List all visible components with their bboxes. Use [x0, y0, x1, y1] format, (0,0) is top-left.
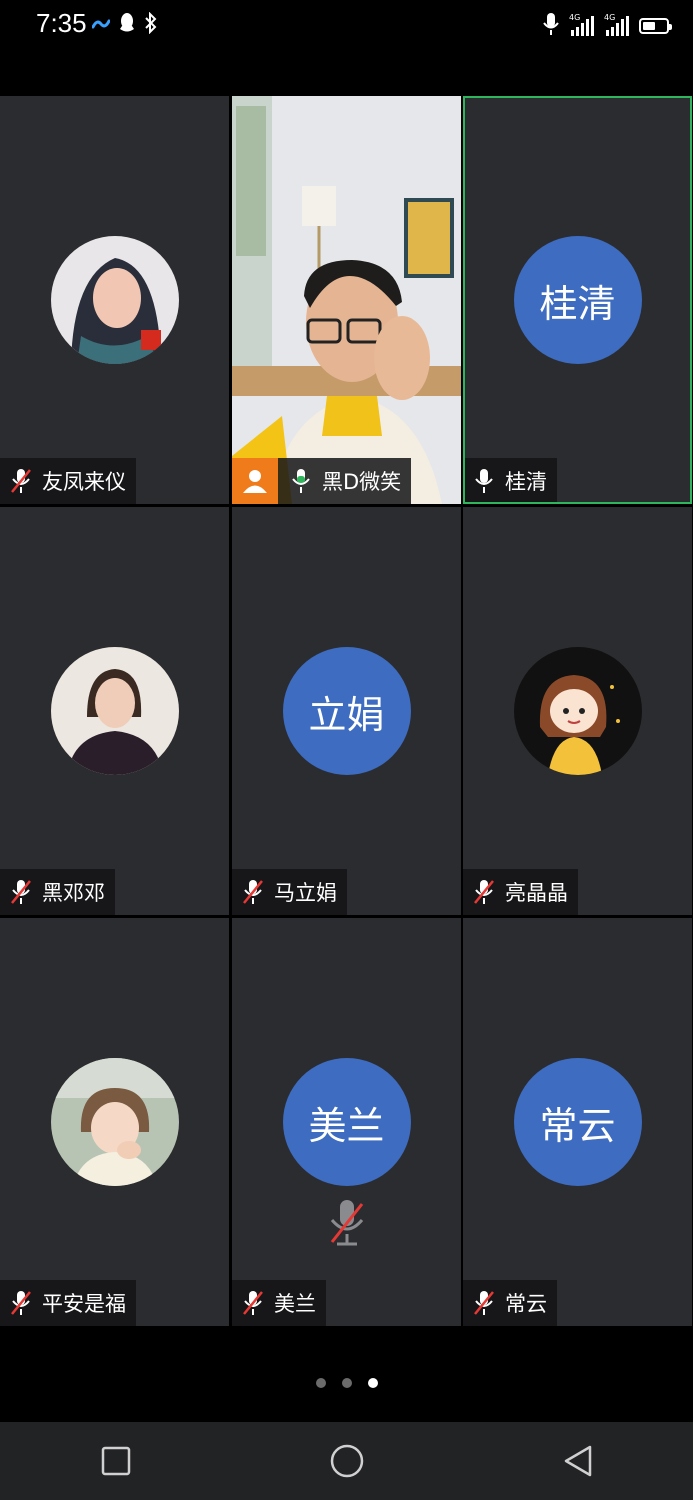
avatar-initials: 常云: [513, 1058, 642, 1186]
status-bar: 7:35 4G 4G: [0, 0, 693, 50]
recent-apps-button[interactable]: [86, 1431, 146, 1491]
participant-name: 美兰: [274, 1292, 316, 1316]
name-tag: 马立娟: [232, 869, 347, 915]
participant-tile[interactable]: 友凤来仪: [0, 96, 229, 504]
avatar: [513, 647, 642, 775]
name-tag: 美兰: [232, 1280, 326, 1326]
mic-muted-icon: [240, 877, 266, 907]
back-triangle-icon: [564, 1445, 591, 1477]
circle-icon: [330, 1444, 363, 1478]
avatar-initials: 桂清: [513, 236, 642, 364]
signal-4g-icon: 4G: [604, 13, 629, 36]
page-dot[interactable]: [315, 1378, 326, 1388]
participant-tile[interactable]: 常云 常云: [463, 918, 692, 1326]
mic-muted-icon: [471, 1288, 497, 1318]
microphone-icon: [543, 12, 559, 40]
participant-tile[interactable]: 黑邓邓: [0, 507, 229, 915]
back-button[interactable]: [548, 1431, 608, 1491]
name-tag: 桂清: [465, 458, 557, 502]
bluetooth-icon: [144, 11, 158, 38]
name-tag: 黑D微笑: [232, 458, 412, 504]
status-left-icons: [91, 11, 158, 38]
participant-tile-active[interactable]: 桂清 桂清: [463, 96, 692, 504]
participant-name: 常云: [505, 1292, 547, 1316]
mic-muted-icon: [471, 877, 497, 907]
host-badge-icon: [232, 458, 278, 504]
participant-grid: 友凤来仪 黑D微笑 桂清 桂清 黑邓邓 立娟 马立娟 亮晶晶 平安是福 美兰 美…: [0, 96, 693, 1326]
status-time: 7:35: [36, 8, 87, 38]
mic-on-icon: [471, 466, 497, 496]
participant-name: 亮晶晶: [505, 881, 568, 905]
name-tag: 常云: [463, 1280, 557, 1326]
page-indicator[interactable]: [0, 1378, 693, 1388]
battery-fill: [643, 22, 655, 30]
status-right-icons: 4G 4G: [543, 12, 672, 40]
participant-tile[interactable]: 美兰 美兰: [232, 918, 461, 1326]
meeting-app-icon: [91, 16, 111, 35]
name-tag: 黑邓邓: [0, 869, 115, 915]
participant-tile[interactable]: 黑D微笑: [232, 96, 461, 504]
battery-icon: [639, 18, 672, 34]
network-label: 4G: [569, 13, 581, 22]
mic-muted-icon: [8, 1288, 34, 1318]
avatar: [50, 1058, 179, 1186]
network-label: 4G: [604, 13, 616, 22]
participant-name: 平安是福: [42, 1292, 126, 1316]
page-dot-current[interactable]: [367, 1378, 378, 1388]
participant-name: 友凤来仪: [42, 470, 126, 494]
participant-tile[interactable]: 平安是福: [0, 918, 229, 1326]
mic-active-icon: [288, 466, 314, 496]
name-tag: 平安是福: [0, 1280, 136, 1326]
video-feed: [232, 96, 461, 504]
home-button[interactable]: [317, 1431, 377, 1491]
name-tag: 亮晶晶: [463, 869, 578, 915]
square-icon: [101, 1446, 130, 1476]
participant-name: 黑邓邓: [42, 881, 105, 905]
avatar-initials: 美兰: [282, 1058, 411, 1186]
mic-muted-icon: [8, 466, 34, 496]
mic-muted-icon: [240, 1288, 266, 1318]
participant-name: 黑D微笑: [322, 470, 402, 494]
avatar-initials: 立娟: [282, 647, 411, 775]
avatar: [50, 647, 179, 775]
page-dot[interactable]: [341, 1378, 352, 1388]
participant-tile[interactable]: 立娟 马立娟: [232, 507, 461, 915]
avatar: [50, 236, 179, 364]
participant-name: 马立娟: [274, 881, 337, 905]
mic-muted-icon: [8, 877, 34, 907]
participant-name: 桂清: [505, 470, 547, 494]
system-navigation-bar: [0, 1422, 693, 1500]
qq-icon: [118, 12, 136, 38]
name-tag: 友凤来仪: [0, 458, 136, 504]
participant-tile[interactable]: 亮晶晶: [463, 507, 692, 915]
signal-4g-icon: 4G: [569, 13, 594, 36]
mic-muted-icon: [327, 1198, 367, 1248]
